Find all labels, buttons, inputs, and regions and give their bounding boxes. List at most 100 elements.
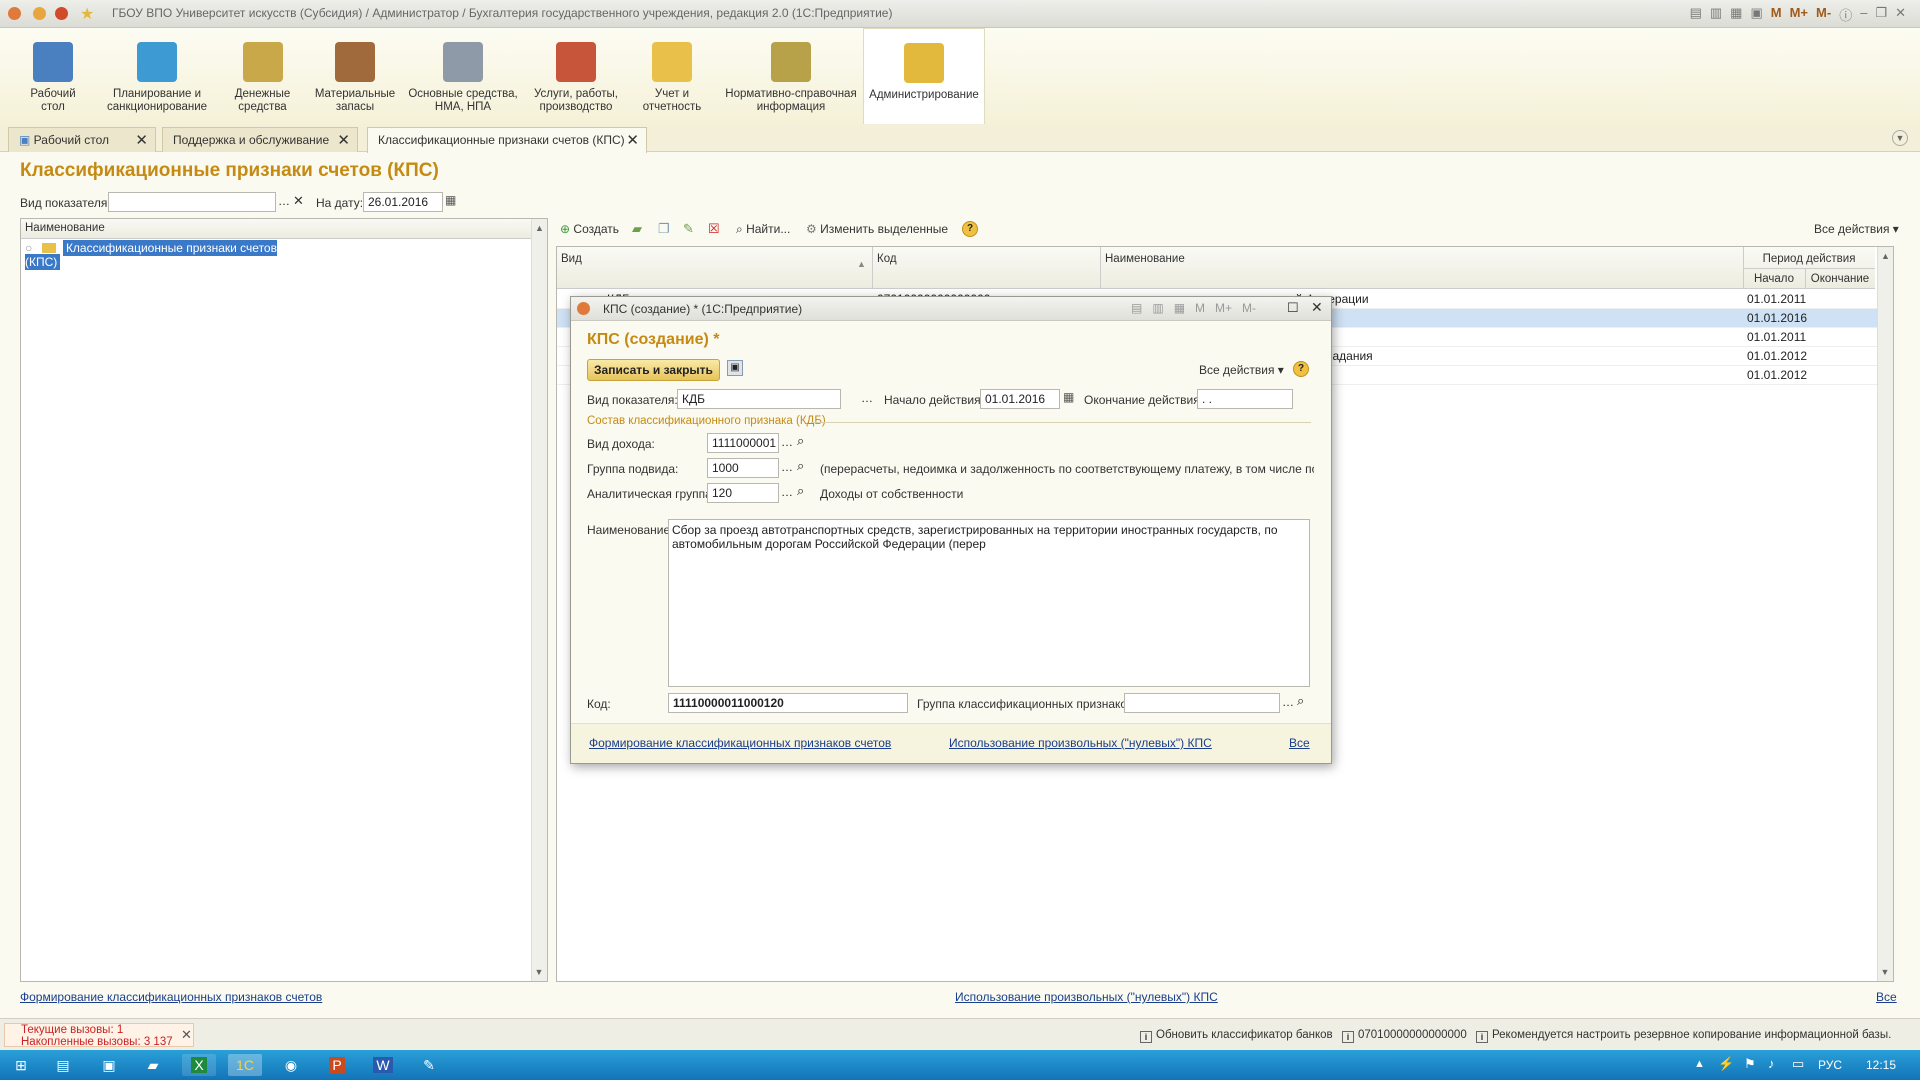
tree-scrollbar[interactable]: ▲ ▼ (531, 219, 547, 981)
calendar-icon[interactable]: ▦ (1063, 390, 1074, 404)
section-planning[interactable]: Планирование и санкционирование (103, 28, 211, 124)
link-all[interactable]: Все (1876, 990, 1897, 1004)
start-icon[interactable]: ⊞ (4, 1054, 38, 1076)
flag-icon[interactable]: ⚑ (1744, 1056, 1756, 1072)
powerpoint-icon[interactable]: P (320, 1054, 354, 1076)
section-reporting[interactable]: Учет и отчетность (630, 28, 714, 124)
help-icon[interactable]: ? (962, 221, 978, 237)
choose-icon[interactable]: … (781, 460, 793, 474)
tab-support[interactable]: Поддержка и обслуживание ✕ (162, 127, 358, 152)
add-folder-icon[interactable]: ▰ (632, 221, 642, 237)
chrome-icon[interactable]: ◉ (274, 1054, 308, 1076)
chevron-down-icon[interactable]: ▼ (1892, 130, 1908, 146)
excel-icon[interactable]: X (182, 1054, 216, 1076)
col-end[interactable]: Окончание (1805, 273, 1875, 285)
language-indicator[interactable]: РУС (1818, 1058, 1842, 1072)
section-assets[interactable]: Основные средства, НМА, НПА (406, 28, 520, 124)
update-banks-msg[interactable]: i Обновить классификатор банков (1140, 1029, 1333, 1043)
search-icon[interactable]: ⌕ (797, 433, 804, 449)
display-icon[interactable]: ▭ (1792, 1056, 1804, 1072)
help-icon[interactable]: ? (1293, 361, 1309, 377)
col-start[interactable]: Начало (1743, 273, 1805, 285)
close-icon[interactable]: ✕ (626, 131, 639, 149)
toolbar-icon[interactable]: ▤ (1690, 5, 1702, 24)
classgroup-input[interactable] (1124, 693, 1280, 713)
folder-icon[interactable]: ▰ (136, 1054, 170, 1076)
toolbar-icon[interactable]: ▥ (1710, 5, 1722, 24)
start-input[interactable]: 01.01.2016 (980, 389, 1060, 409)
search-icon[interactable]: ⌕ (797, 483, 804, 499)
col-kod[interactable]: Код (877, 253, 897, 265)
clear-icon[interactable]: ✕ (293, 193, 304, 209)
close-icon[interactable]: ✕ (181, 1027, 192, 1043)
toolbar-icon[interactable]: ▤ (1131, 301, 1142, 315)
link-form-kps[interactable]: Формирование классификационных признаков… (589, 736, 891, 750)
network-icon[interactable]: ⚡ (1718, 1056, 1734, 1072)
close-icon[interactable]: ✕ (135, 131, 148, 149)
tray-up-icon[interactable]: ▲ (1694, 1058, 1705, 1070)
link-zero-kps[interactable]: Использование произвольных ("нулевых") К… (949, 736, 1212, 750)
choose-icon[interactable]: … (781, 485, 793, 499)
memory-mminus[interactable]: M- (1242, 301, 1256, 315)
terminal-icon[interactable]: ▣ (92, 1054, 126, 1076)
end-input[interactable]: . . (1197, 389, 1293, 409)
restore-icon[interactable]: ❐ (1875, 5, 1887, 24)
name-textarea[interactable]: Сбор за проезд автотранспортных средств,… (668, 519, 1310, 687)
info-icon[interactable]: ⓘ (1839, 5, 1852, 24)
col-name[interactable]: Наименование (1105, 253, 1185, 265)
forward-icon[interactable] (55, 7, 68, 20)
scroll-up-icon[interactable]: ▲ (532, 223, 547, 233)
minimize-icon[interactable]: – (1860, 5, 1867, 24)
vid-input[interactable] (108, 192, 276, 212)
volume-icon[interactable]: ♪ (1768, 1056, 1775, 1071)
close-icon[interactable]: ✕ (1311, 299, 1323, 316)
close-icon[interactable]: ✕ (337, 131, 350, 149)
close-icon[interactable]: ✕ (1895, 5, 1906, 24)
code-input[interactable]: 11110000011000120 (668, 693, 908, 713)
all-actions-menu[interactable]: Все действия ▾ (1814, 222, 1899, 236)
tree-item[interactable]: ○ Классификационные признаки счетов (КПС… (25, 240, 315, 270)
app-menu-icon[interactable] (8, 7, 21, 20)
scroll-up-icon[interactable]: ▲ (1878, 251, 1893, 261)
memory-m[interactable]: M (1195, 301, 1205, 315)
scroll-down-icon[interactable]: ▼ (532, 967, 546, 977)
income-input[interactable]: 1111000001 (707, 433, 779, 453)
analytic-input[interactable]: 120 (707, 483, 779, 503)
editor-icon[interactable]: ✎ (412, 1054, 446, 1076)
search-icon[interactable]: ⌕ (797, 458, 804, 474)
vid-input[interactable]: КДБ (677, 389, 841, 409)
create-button[interactable]: ⊕ Создать (560, 222, 619, 236)
choose-icon[interactable]: … (781, 435, 793, 449)
toolbar-icon[interactable]: ▦ (1730, 5, 1742, 24)
code-msg[interactable]: i 07010000000000000 (1342, 1029, 1467, 1043)
memory-mplus[interactable]: M+ (1215, 301, 1232, 315)
link-zero-kps[interactable]: Использование произвольных ("нулевых") К… (955, 990, 1218, 1004)
maximize-icon[interactable]: ☐ (1287, 300, 1299, 316)
explorer-icon[interactable]: ▤ (46, 1054, 80, 1076)
memory-m[interactable]: M (1771, 5, 1782, 24)
word-icon[interactable]: W (366, 1054, 400, 1076)
section-reference[interactable]: Нормативно-справочная информация (722, 28, 860, 124)
choose-icon[interactable]: … (278, 194, 290, 208)
section-admin[interactable]: Администрирование (863, 28, 985, 124)
subgroup-input[interactable]: 1000 (707, 458, 779, 478)
search-icon[interactable]: ⌕ (1297, 693, 1304, 709)
calculator-icon[interactable]: ▦ (1174, 301, 1185, 315)
choose-icon[interactable]: … (861, 391, 873, 405)
dialog-all-actions[interactable]: Все действия ▾ (1199, 363, 1284, 377)
backup-msg[interactable]: i Рекомендуется настроить резервное копир… (1476, 1029, 1891, 1043)
link-form-kps[interactable]: Формирование классификационных признаков… (20, 990, 322, 1004)
copy-icon[interactable]: ❐ (658, 221, 670, 237)
date-input[interactable]: 26.01.2016 (363, 192, 443, 212)
section-materials[interactable]: Материальные запасы (312, 28, 398, 124)
save-close-button[interactable]: Записать и закрыть (587, 359, 720, 381)
col-vid[interactable]: Вид (561, 253, 582, 265)
change-selected-button[interactable]: ⚙ Изменить выделенные (806, 222, 948, 236)
link-all[interactable]: Все (1289, 736, 1310, 750)
toolbar-icon[interactable]: ▥ (1152, 301, 1163, 315)
section-services[interactable]: Услуги, работы, производство (530, 28, 622, 124)
calendar-icon[interactable]: ▦ (445, 193, 456, 207)
memory-mminus[interactable]: M- (1816, 5, 1831, 24)
delete-icon[interactable]: ☒ (708, 221, 720, 237)
edit-icon[interactable]: ✎ (683, 221, 694, 237)
